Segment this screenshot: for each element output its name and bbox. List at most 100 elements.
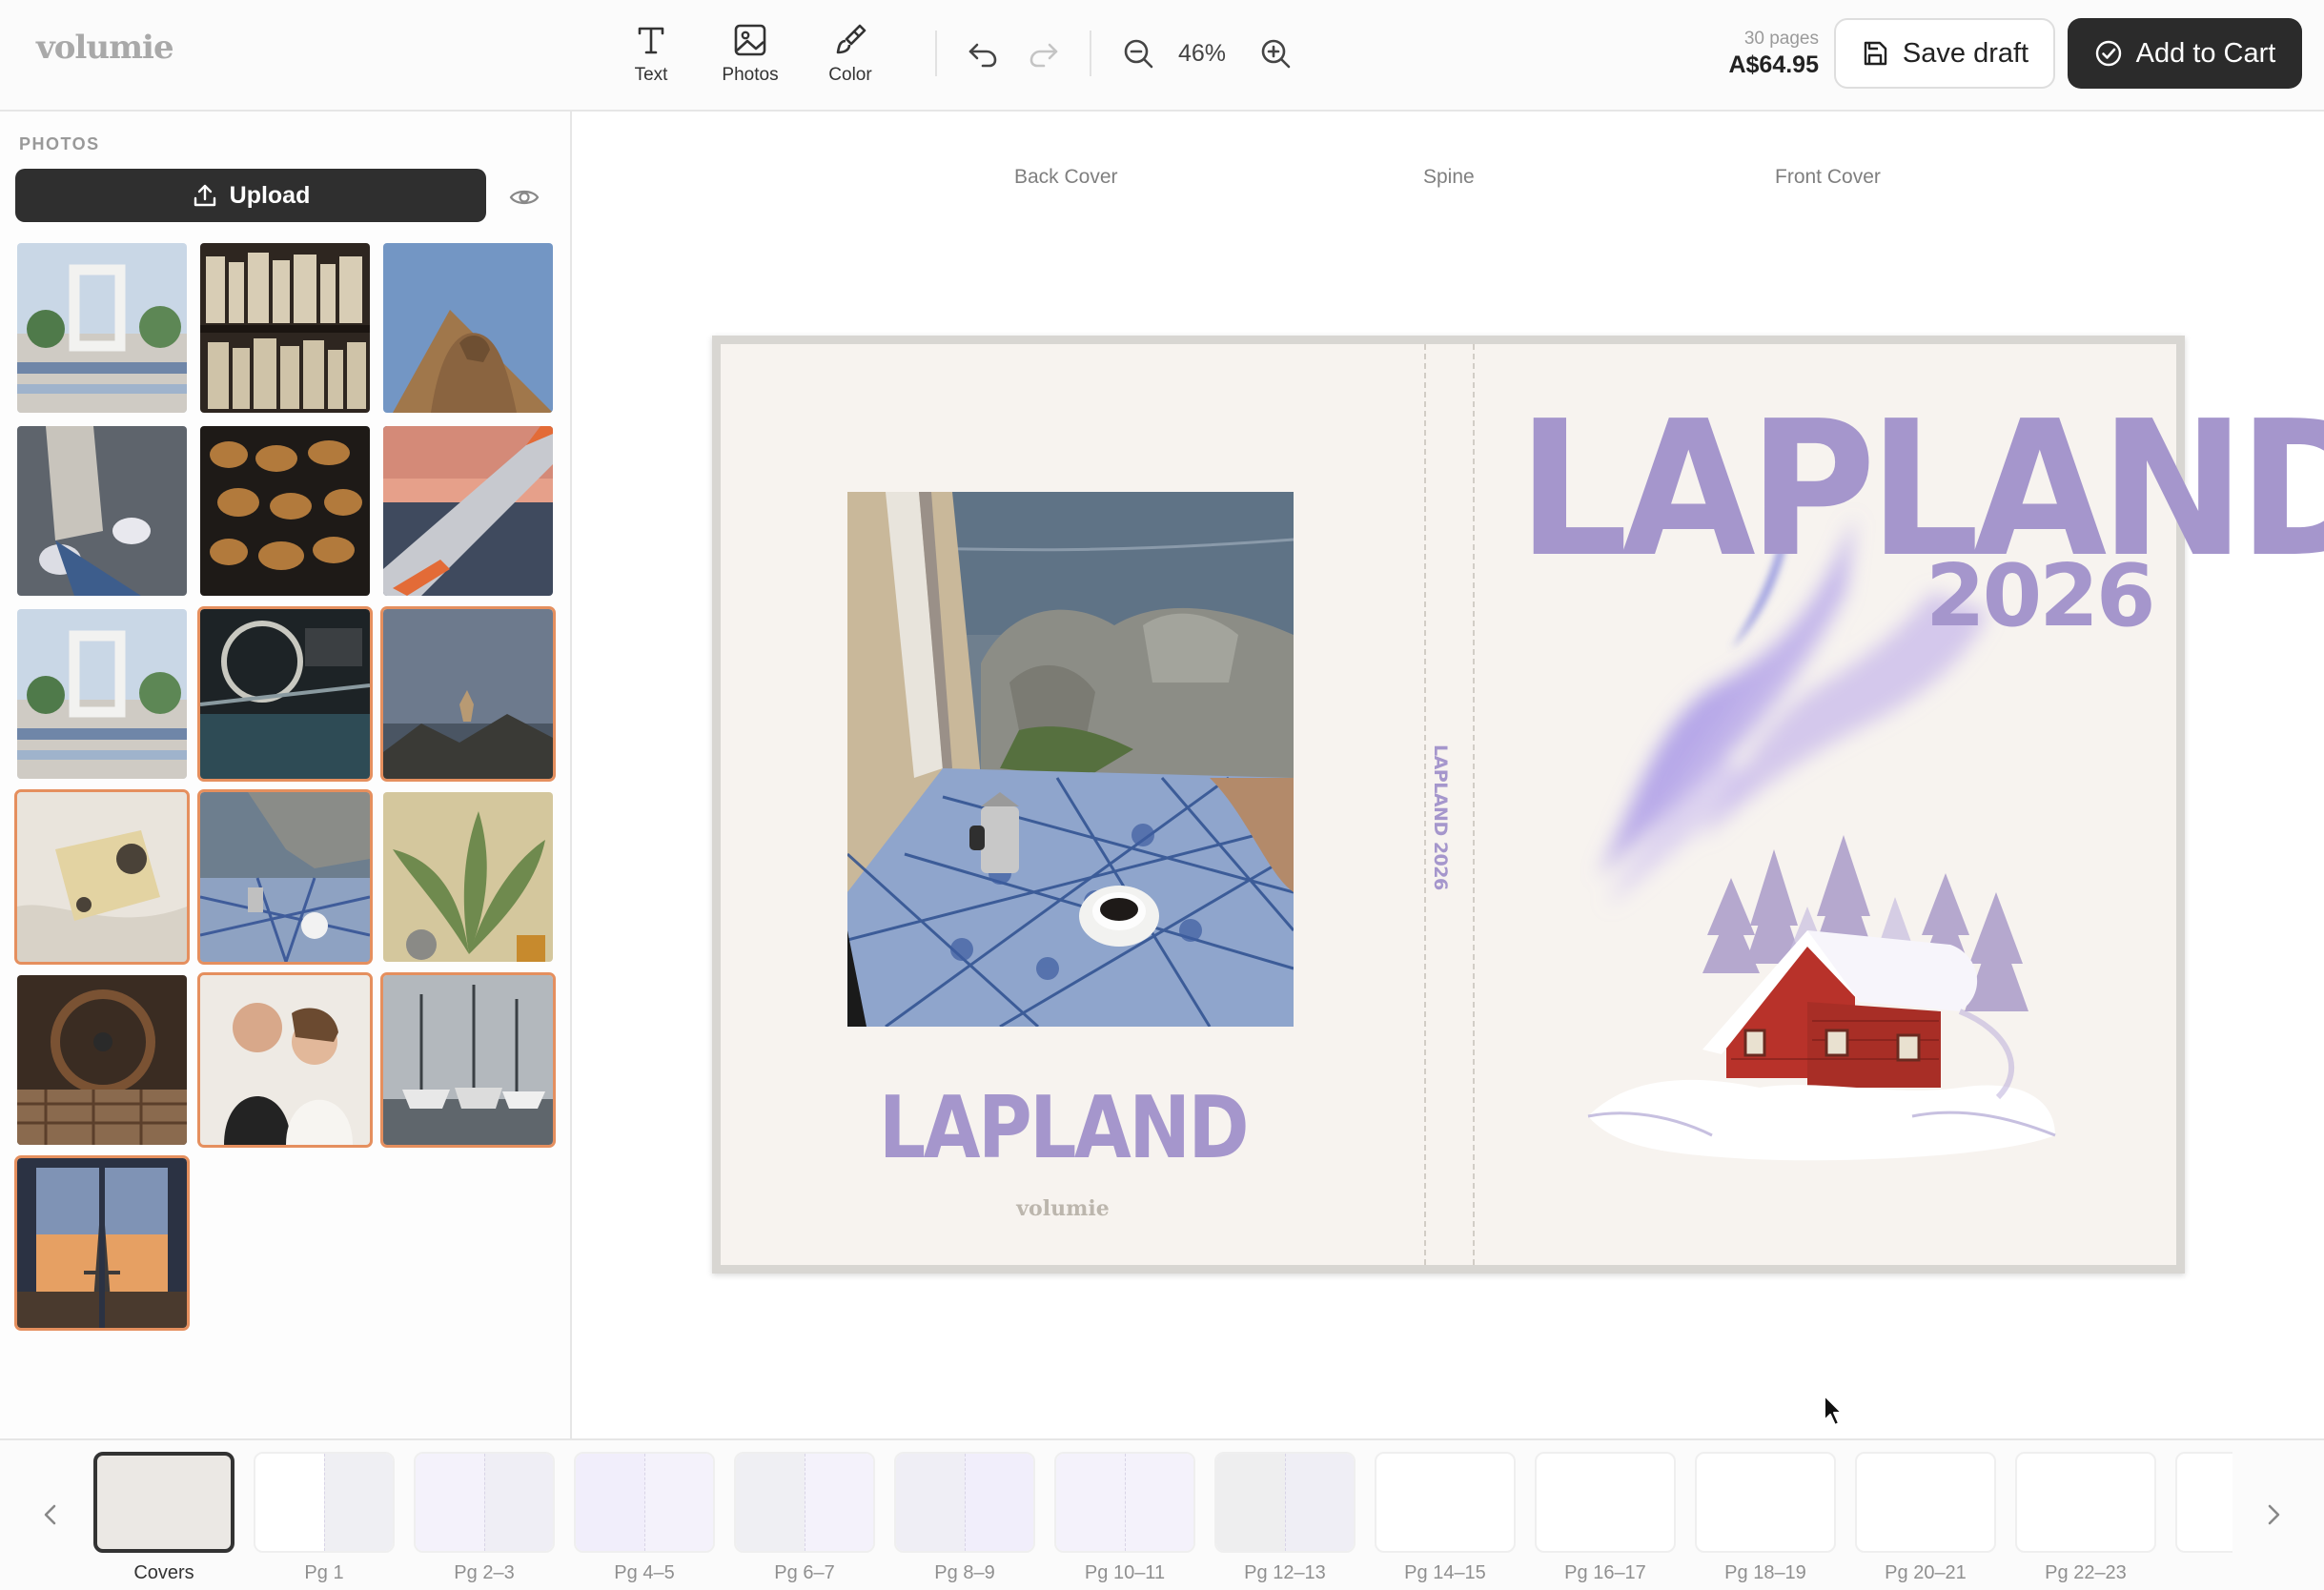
page-thumb-label: Pg 18–19 — [1724, 1562, 1806, 1583]
photo-thumbnail[interactable] — [200, 243, 370, 413]
photo-thumbnail[interactable] — [383, 426, 553, 596]
photo-thumbnail[interactable] — [380, 972, 556, 1148]
photo-thumbnail[interactable] — [197, 789, 373, 965]
page-thumb-label: Pg 2–3 — [454, 1562, 515, 1583]
check-circle-icon — [2095, 40, 2121, 67]
photo-thumbnail[interactable] — [197, 972, 373, 1148]
page-thumb-label: Pg 22–23 — [2045, 1562, 2127, 1583]
page-thumb-label: Covers — [133, 1562, 194, 1583]
front-cover-year[interactable]: 2026 — [1926, 554, 2155, 640]
chevron-left-icon[interactable] — [36, 1498, 65, 1532]
page-thumb-label: Pg — [2175, 1562, 2232, 1584]
upload-button[interactable]: Upload — [15, 169, 486, 222]
photo-thumbnail[interactable] — [383, 243, 553, 413]
page-thumb[interactable]: Pg 18–19 — [1695, 1452, 1836, 1584]
photo-thumbnail[interactable] — [380, 606, 556, 782]
photo-thumbnail[interactable] — [17, 975, 187, 1145]
page-thumb-covers[interactable]: Covers — [93, 1452, 234, 1584]
upload-label: Upload — [229, 181, 311, 209]
page-thumb[interactable]: Pg 12–13 — [1214, 1452, 1356, 1584]
page-thumb[interactable]: Pg 10–11 — [1054, 1452, 1195, 1584]
upload-icon — [194, 184, 215, 207]
page-thumb-preview — [1535, 1452, 1676, 1553]
price: A$64.95 — [1728, 51, 1819, 78]
page-thumb-label: Pg 10–11 — [1084, 1562, 1166, 1583]
page-thumb[interactable]: Pg 1 — [254, 1452, 395, 1584]
page-thumb-preview — [1214, 1452, 1356, 1553]
app-logo: volumie — [36, 29, 174, 67]
redo-icon[interactable] — [1025, 34, 1063, 72]
page-thumb[interactable]: Pg 8–9 — [894, 1452, 1035, 1584]
top-toolbar: volumie Text Photos Color 46% 30 pages A… — [0, 0, 2324, 112]
add-to-cart-label: Add to Cart — [2135, 37, 2276, 69]
page-thumb[interactable]: Pg 16–17 — [1535, 1452, 1676, 1584]
cover-paper: LAPLAND volumie LAPLAND 2026 LAPLAND 202… — [721, 344, 2324, 1265]
page-thumb[interactable]: Pg — [2175, 1452, 2232, 1584]
spine-label: Spine — [1423, 166, 1475, 188]
chevron-right-icon[interactable] — [2259, 1498, 2288, 1532]
page-thumb-preview — [254, 1452, 395, 1553]
front-cover-title[interactable]: LAPLAND — [1518, 397, 2324, 583]
page-thumb-label: Pg 12–13 — [1244, 1562, 1326, 1583]
photo-thumbnail[interactable] — [17, 426, 187, 596]
page-thumb-preview — [894, 1452, 1035, 1553]
page-thumb-label: Pg 20–21 — [1885, 1562, 1967, 1583]
page-thumb-preview — [1054, 1452, 1195, 1553]
front-cover-label: Front Cover — [1775, 166, 1881, 188]
image-icon — [734, 24, 766, 56]
photo-thumbnail[interactable] — [14, 789, 190, 965]
sidebar-title: PHOTOS — [19, 134, 100, 153]
back-cover-label: Back Cover — [1014, 166, 1118, 188]
page-thumb[interactable]: Pg 6–7 — [734, 1452, 875, 1584]
photo-thumbnail[interactable] — [17, 609, 187, 779]
page-thumb-label: Pg 16–17 — [1564, 1562, 1646, 1583]
save-draft-button[interactable]: Save draft — [1834, 18, 2055, 89]
page-thumb-preview — [93, 1452, 234, 1553]
save-draft-label: Save draft — [1902, 37, 2029, 69]
page-thumb-label: Pg 14–15 — [1404, 1562, 1486, 1583]
page-thumb-preview — [2015, 1452, 2156, 1553]
page-thumb-label: Pg 8–9 — [934, 1562, 995, 1583]
brush-icon — [836, 24, 866, 54]
page-thumb-preview — [414, 1452, 555, 1553]
book-cover-spread[interactable]: LAPLAND volumie LAPLAND 2026 LAPLAND 202… — [712, 336, 2324, 1274]
zoom-level: 46% — [1178, 40, 1227, 67]
color-tool-label: Color — [828, 65, 872, 85]
photo-thumbnail[interactable] — [197, 606, 373, 782]
page-thumb-preview — [734, 1452, 875, 1553]
zoom-out-icon[interactable] — [1119, 34, 1157, 72]
page-thumb-label: Pg 6–7 — [774, 1562, 835, 1583]
page-thumb[interactable]: Pg 2–3 — [414, 1452, 555, 1584]
page-navigator: Covers Pg 1 Pg 2–3 Pg 4–5 Pg 6–7 Pg 8–9 Pg 10–… — [0, 1438, 2324, 1590]
page-thumb-preview — [574, 1452, 715, 1553]
page-thumb[interactable]: Pg 14–15 — [1375, 1452, 1516, 1584]
page-thumb-preview — [1375, 1452, 1516, 1553]
photo-thumbnail[interactable] — [200, 426, 370, 596]
toolbar-divider — [1090, 31, 1091, 76]
page-thumb-preview — [2175, 1452, 2232, 1553]
color-tool-button[interactable]: Color — [807, 21, 893, 86]
photo-thumbnail[interactable] — [17, 243, 187, 413]
photos-sidebar: PHOTOS Upload — [0, 112, 572, 1438]
text-tool-label: Text — [634, 65, 668, 85]
page-thumb[interactable]: Pg 20–21 — [1855, 1452, 1996, 1584]
zoom-in-icon[interactable] — [1256, 34, 1295, 72]
page-thumb[interactable]: Pg 22–23 — [2015, 1452, 2156, 1584]
text-icon — [638, 27, 664, 54]
add-to-cart-button[interactable]: Add to Cart — [2068, 18, 2302, 89]
page-thumb[interactable]: Pg 4–5 — [574, 1452, 715, 1584]
mouse-cursor-icon — [1824, 1395, 1843, 1426]
eye-icon[interactable] — [509, 182, 540, 213]
page-count: 30 pages — [1743, 29, 1819, 49]
page-thumb-preview — [1695, 1452, 1836, 1553]
photos-tool-label: Photos — [722, 65, 779, 85]
page-thumb-preview — [1855, 1452, 1996, 1553]
text-tool-button[interactable]: Text — [608, 21, 694, 86]
toolbar-divider — [935, 31, 937, 76]
save-icon — [1864, 41, 1887, 66]
photo-thumbnail[interactable] — [14, 1155, 190, 1331]
photo-thumbnail[interactable] — [383, 792, 553, 962]
page-thumb-label: Pg 4–5 — [614, 1562, 675, 1583]
undo-icon[interactable] — [964, 34, 1002, 72]
photos-tool-button[interactable]: Photos — [707, 21, 793, 86]
